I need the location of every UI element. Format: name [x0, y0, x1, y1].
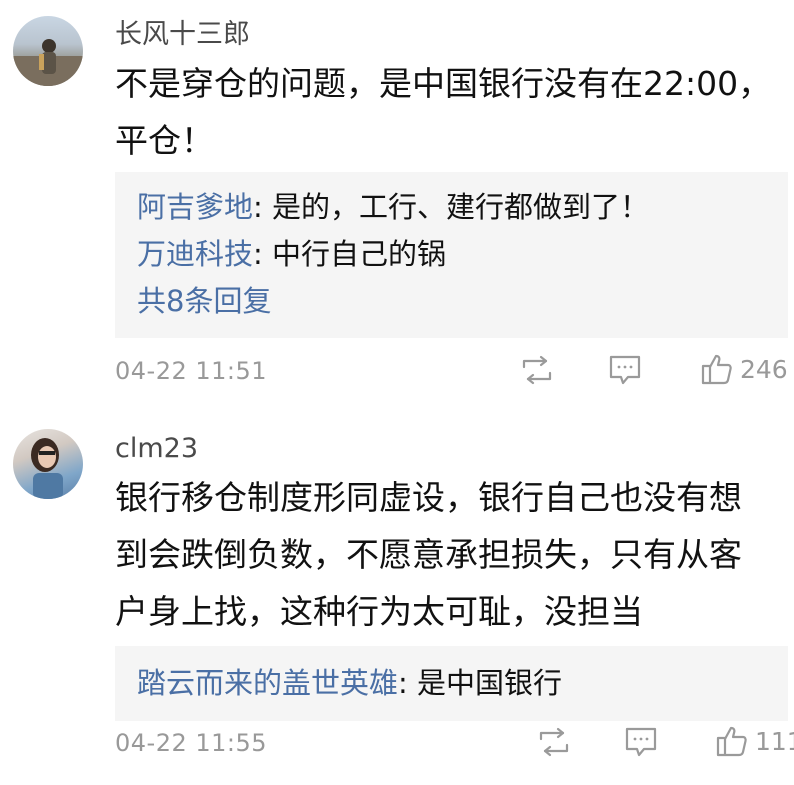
thumbs-up-icon — [701, 354, 732, 385]
like-count: 111 — [755, 726, 794, 756]
more-replies-link[interactable]: 共8条回复 — [137, 278, 766, 325]
reply-button[interactable] — [624, 726, 658, 758]
comment-content-line: 户身上找，这种行为太可耻，没担当 — [115, 592, 643, 631]
reply-item[interactable]: 万迪科技: 中行自己的锅 — [137, 231, 766, 278]
comment-content: 银行移仓制度形同虚设，银行自己也没有想 到会跌倒负数，不愿意承担损失，只有从客 … — [115, 469, 780, 640]
comment-item: clm23 银行移仓制度形同虚设，银行自己也没有想 到会跌倒负数，不愿意承担损失… — [0, 416, 794, 785]
comment-content-line: 到会跌倒负数，不愿意承担损失，只有从客 — [115, 535, 742, 574]
comment-content-line: 平仓！ — [115, 121, 214, 160]
like-count: 246 — [740, 354, 788, 384]
comment-content: 不是穿仓的问题，是中国银行没有在22:00， 平仓！ — [115, 55, 780, 169]
reply-list: 踏云而来的盖世英雄: 是中国银行 — [115, 646, 788, 721]
comment-icon — [625, 727, 657, 757]
comment-timestamp: 04-22 11:51 — [115, 357, 268, 385]
avatar[interactable] — [13, 429, 83, 499]
comment-content-line: 不是穿仓的问题，是中国银行没有在22:00， — [115, 64, 772, 103]
comment-icon — [609, 355, 641, 385]
reply-text: : 是的，工行、建行都做到了！ — [253, 190, 650, 224]
avatar-image — [31, 438, 63, 499]
reply-author[interactable]: 踏云而来的盖世英雄 — [137, 666, 398, 700]
reply-author[interactable]: 阿吉爹地 — [137, 190, 253, 224]
comment-username[interactable]: 长风十三郎 — [115, 18, 250, 52]
reply-text: : 是中国银行 — [398, 666, 563, 700]
share-button[interactable] — [537, 727, 571, 757]
like-button[interactable]: 246 — [700, 352, 788, 386]
comment-content-line: 银行移仓制度形同虚设，银行自己也没有想 — [115, 478, 742, 517]
reply-item[interactable]: 踏云而来的盖世英雄: 是中国银行 — [137, 660, 766, 707]
share-button[interactable] — [520, 355, 554, 385]
like-button[interactable]: 111 — [715, 724, 794, 758]
avatar[interactable] — [13, 16, 83, 86]
share-icon — [522, 355, 552, 385]
reply-item[interactable]: 阿吉爹地: 是的，工行、建行都做到了！ — [137, 184, 766, 231]
reply-author[interactable]: 万迪科技 — [137, 237, 253, 271]
reply-text: : 中行自己的锅 — [253, 237, 447, 271]
thumbs-up-icon — [716, 726, 747, 757]
reply-list: 阿吉爹地: 是的，工行、建行都做到了！ 万迪科技: 中行自己的锅 共8条回复 — [115, 172, 788, 338]
share-icon — [539, 727, 569, 757]
comment-item: 长风十三郎 不是穿仓的问题，是中国银行没有在22:00， 平仓！ 阿吉爹地: 是… — [0, 0, 794, 400]
reply-button[interactable] — [608, 354, 642, 386]
comment-timestamp: 04-22 11:55 — [115, 729, 268, 757]
comment-username[interactable]: clm23 — [115, 432, 198, 466]
avatar-image — [13, 39, 83, 86]
